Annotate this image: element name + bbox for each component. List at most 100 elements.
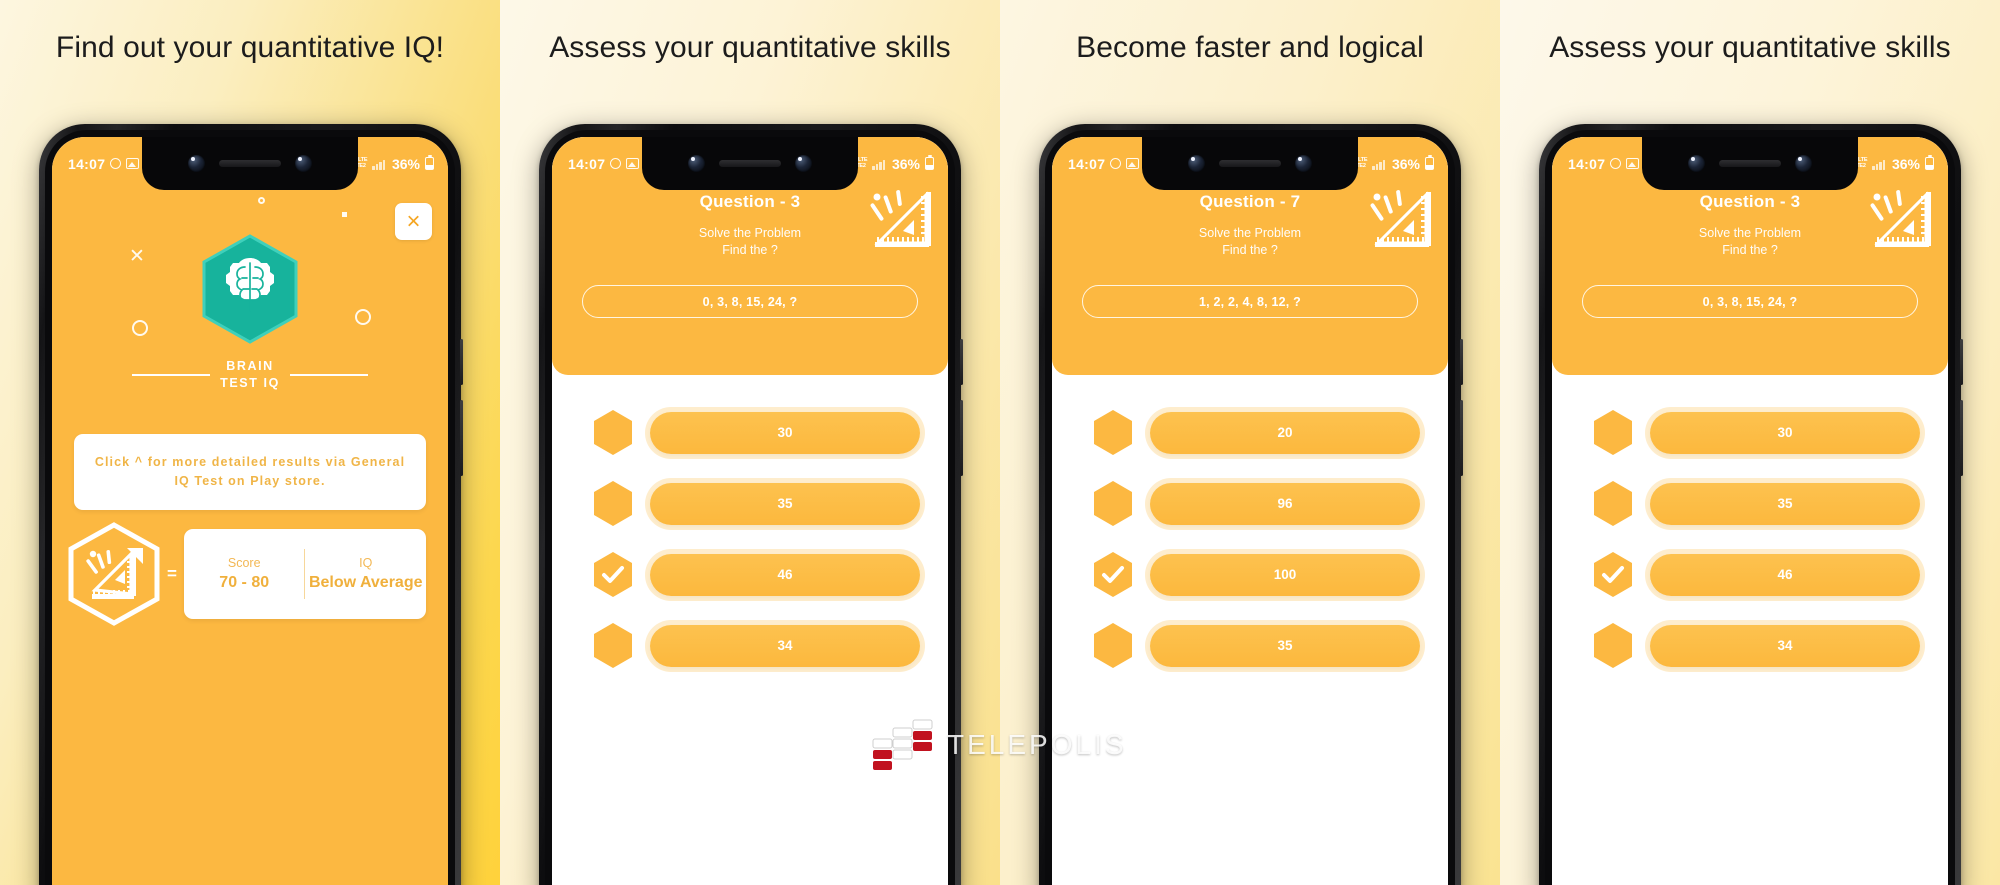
panel-headline-1: Find out your quantitative IQ! bbox=[55, 31, 445, 64]
brain-logo bbox=[201, 234, 299, 344]
option-row[interactable]: 35 bbox=[1552, 480, 1948, 527]
quiz-screen-3: 14:07 VoLTELTE1 VoLTELTE2 36% bbox=[1052, 137, 1448, 885]
battery-icon bbox=[425, 155, 434, 170]
battery-icon bbox=[1425, 155, 1434, 170]
instruction-line-1: Solve the Problem bbox=[1698, 226, 1802, 240]
question-sequence: 0, 3, 8, 15, 24, ? bbox=[1582, 285, 1918, 318]
brand-divider-left bbox=[132, 374, 211, 376]
phone-notch-2 bbox=[642, 137, 858, 190]
option-row-selected[interactable]: 46 bbox=[552, 551, 948, 598]
option-value[interactable]: 35 bbox=[1650, 482, 1920, 525]
volume-button-3[interactable] bbox=[1460, 339, 1463, 385]
option-marker-hex-icon bbox=[1592, 480, 1634, 527]
option-row[interactable]: 35 bbox=[1052, 622, 1448, 669]
iq-label: IQ bbox=[359, 556, 373, 570]
iq-value: Below Average bbox=[308, 574, 423, 591]
option-row-selected[interactable]: 46 bbox=[1552, 551, 1948, 598]
option-value[interactable]: 34 bbox=[650, 624, 920, 667]
question-sequence: 1, 2, 2, 4, 8, 12, ? bbox=[1082, 285, 1418, 318]
status-time: 14:07 bbox=[1068, 155, 1106, 172]
instruction-line-1: Solve the Problem bbox=[698, 226, 802, 240]
option-marker-hex-icon bbox=[592, 409, 634, 456]
option-value[interactable]: 35 bbox=[1150, 624, 1420, 667]
status-left-4: 14:07 bbox=[1568, 156, 1640, 172]
battery-percent: 36% bbox=[1891, 155, 1920, 172]
phone-notch-4 bbox=[1642, 137, 1858, 190]
detailed-results-note[interactable]: Click ^ for more detailed results via Ge… bbox=[74, 434, 426, 510]
option-value[interactable]: 100 bbox=[1150, 553, 1420, 596]
score-card: Score 70 - 80 IQ Below Average bbox=[183, 529, 426, 619]
option-value[interactable]: 46 bbox=[650, 553, 920, 596]
option-marker-check-icon bbox=[1092, 551, 1134, 598]
volume-button-4[interactable] bbox=[1960, 339, 1963, 385]
option-row[interactable]: 20 bbox=[1052, 409, 1448, 456]
option-marker-hex-icon bbox=[592, 480, 634, 527]
battery-percent: 36% bbox=[391, 155, 420, 172]
option-row-selected[interactable]: 100 bbox=[1052, 551, 1448, 598]
options-list-4: 30 35 46 34 bbox=[1552, 409, 1948, 693]
image-icon bbox=[1626, 158, 1640, 169]
image-icon bbox=[626, 158, 640, 169]
phone-mockup-2: 14:07 VoLTELTE1 VoLTELTE2 36% bbox=[539, 124, 963, 885]
option-value[interactable]: 96 bbox=[1150, 482, 1420, 525]
panel-headline-3: Become faster and logical bbox=[1076, 31, 1424, 64]
note-text: Click ^ for more detailed results via Ge… bbox=[94, 455, 406, 488]
option-value[interactable]: 30 bbox=[650, 411, 920, 454]
score-summary-row: = Score 70 - 80 IQ Below Average bbox=[68, 522, 426, 626]
phone-screen-4: 14:07 VoLTELTE1 VoLTELTE2 36% bbox=[1552, 137, 1948, 885]
option-row[interactable]: 34 bbox=[552, 622, 948, 669]
option-value[interactable]: 20 bbox=[1150, 411, 1420, 454]
option-row[interactable]: 30 bbox=[1552, 409, 1948, 456]
option-row[interactable]: 96 bbox=[1052, 480, 1448, 527]
brand-title-row: BRAIN TEST IQ bbox=[52, 358, 448, 392]
panel-headline-2: Assess your quantitative skills bbox=[549, 31, 951, 64]
signal-bars-2-icon bbox=[1372, 158, 1385, 170]
option-marker-hex-icon bbox=[1592, 622, 1634, 669]
status-left-3: 14:07 bbox=[1068, 155, 1140, 172]
screenshot-root: Find out your quantitative IQ! ✕ 14:07 V… bbox=[0, 0, 2000, 885]
option-value[interactable]: 34 bbox=[1650, 624, 1920, 667]
ruler-hex-icon bbox=[68, 522, 160, 626]
status-time: 14:07 bbox=[68, 155, 106, 172]
volume-button-2[interactable] bbox=[960, 339, 963, 385]
battery-percent: 36% bbox=[1391, 155, 1420, 172]
status-left-2: 14:07 bbox=[568, 156, 640, 172]
power-button-3[interactable] bbox=[1460, 400, 1463, 476]
phone-screen-2: 14:07 VoLTELTE1 VoLTELTE2 36% bbox=[552, 137, 948, 885]
signal-bars-2-icon bbox=[872, 158, 885, 170]
option-row[interactable]: 30 bbox=[552, 409, 948, 456]
option-value[interactable]: 35 bbox=[650, 482, 920, 525]
volume-button-1[interactable] bbox=[460, 339, 463, 385]
instruction-line-2: Find the ? bbox=[1222, 243, 1278, 257]
instruction-line-2: Find the ? bbox=[722, 243, 778, 257]
option-row[interactable]: 35 bbox=[552, 480, 948, 527]
close-icon[interactable]: × bbox=[395, 203, 432, 240]
panel-headline-4: Assess your quantitative skills bbox=[1549, 31, 1951, 64]
option-marker-hex-icon bbox=[1092, 409, 1134, 456]
circle-icon bbox=[110, 158, 122, 169]
signal-bars-2-icon bbox=[1872, 158, 1885, 170]
front-camera-icon bbox=[1688, 155, 1705, 172]
power-button-2[interactable] bbox=[960, 400, 963, 476]
power-button-1[interactable] bbox=[460, 400, 463, 476]
option-value[interactable]: 30 bbox=[1650, 411, 1920, 454]
front-camera-icon bbox=[1188, 155, 1205, 172]
score-cell: Score 70 - 80 bbox=[184, 556, 305, 592]
option-marker-hex-icon bbox=[1092, 480, 1134, 527]
score-value: 70 - 80 bbox=[219, 574, 270, 591]
earpiece-speaker bbox=[1719, 160, 1781, 167]
brand-divider-right bbox=[289, 374, 368, 376]
front-camera-icon bbox=[188, 155, 205, 172]
decor-ring-small bbox=[258, 197, 265, 204]
option-value[interactable]: 46 bbox=[1650, 553, 1920, 596]
battery-icon bbox=[1925, 155, 1934, 170]
brand-line-1: BRAIN bbox=[226, 359, 274, 373]
front-camera-icon bbox=[688, 155, 705, 172]
instruction-line-1: Solve the Problem bbox=[1198, 226, 1302, 240]
promo-panel-3: Become faster and logical 14:07 VoLTE LT… bbox=[1000, 0, 1500, 885]
score-label: Score bbox=[227, 556, 261, 570]
power-button-4[interactable] bbox=[1960, 400, 1963, 476]
front-camera-2-icon bbox=[1795, 155, 1812, 172]
option-row[interactable]: 34 bbox=[1552, 622, 1948, 669]
option-marker-check-icon bbox=[592, 551, 634, 598]
